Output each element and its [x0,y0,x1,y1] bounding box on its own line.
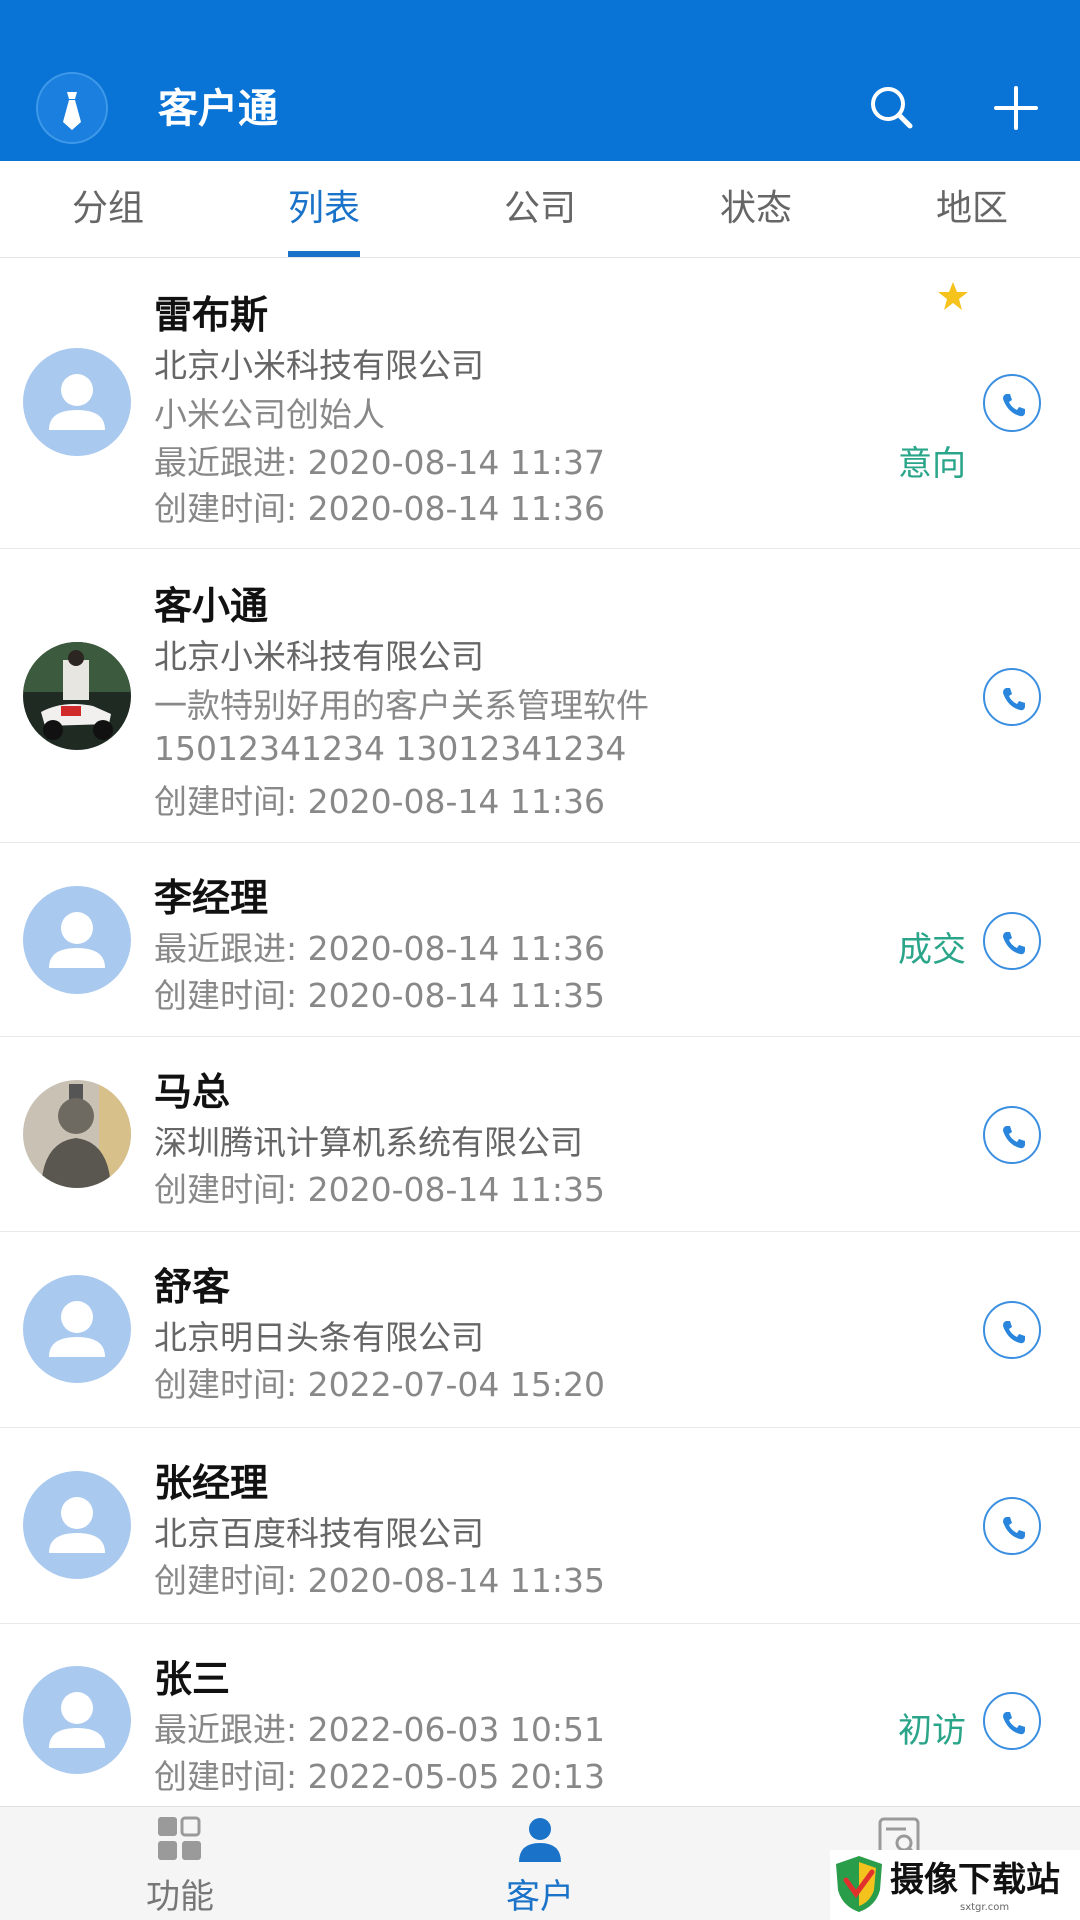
customer-row[interactable]: 张经理 北京百度科技有限公司 创建时间: 2020-08-14 11:35 [0,1428,1080,1624]
tab-indicator [288,251,360,257]
default-avatar [23,1471,131,1579]
watermark: 摄像下载站 sxtgr.com [830,1850,1080,1920]
customer-created-time: 创建时间: 2020-08-14 11:35 [154,1561,605,1600]
customer-row[interactable]: 舒客 北京明日头条有限公司 创建时间: 2022-07-04 15:20 [0,1232,1080,1428]
customer-list: 雷布斯 北京小米科技有限公司 小米公司创始人 最近跟进: 2020-08-14 … [0,258,1080,1804]
app-title: 客户通 [158,86,278,132]
customer-created-time: 创建时间: 2020-08-14 11:35 [154,1170,605,1209]
tab-list[interactable]: 列表 [216,161,432,258]
status-badge: 意向 [898,444,966,484]
status-badge: 成交 [898,930,966,970]
tie-icon [36,72,108,144]
grid-icon [156,1815,204,1863]
customer-created-time: 创建时间: 2022-05-05 20:13 [154,1757,605,1796]
phone-icon [1003,932,1025,955]
phone-call-button[interactable] [983,1106,1041,1164]
phone-icon [1003,1321,1025,1344]
customer-company: 北京明日头条有限公司 [154,1318,484,1357]
shield-logo-icon [836,1856,882,1912]
customer-name: 李经理 [154,876,269,920]
photo-avatar-scooter [23,642,131,750]
customer-follow-time: 最近跟进: 2020-08-14 11:36 [154,929,605,968]
person-icon [516,1815,564,1863]
default-avatar [23,1666,131,1774]
nav-label: 客户 [506,1877,574,1917]
customer-created-time: 创建时间: 2020-08-14 11:36 [154,782,605,821]
customer-company: 北京小米科技有限公司 [154,346,484,385]
customer-row[interactable]: 客小通 北京小米科技有限公司 一款特别好用的客户关系管理软件 150123412… [0,549,1080,843]
nav-label: 功能 [146,1877,214,1917]
plus-icon[interactable] [986,78,1046,138]
tab-region[interactable]: 地区 [864,161,1080,258]
tab-company[interactable]: 公司 [432,161,648,258]
customer-created-time: 创建时间: 2020-08-14 11:35 [154,976,605,1015]
customer-row[interactable]: 张三 最近跟进: 2022-06-03 10:51 创建时间: 2022-05-… [0,1624,1080,1804]
phone-icon [1003,1126,1025,1149]
phone-icon [1003,1712,1025,1735]
customer-row[interactable]: 李经理 最近跟进: 2020-08-14 11:36 创建时间: 2020-08… [0,843,1080,1037]
customer-name: 客小通 [154,584,269,628]
default-avatar [23,348,131,456]
phone-call-button[interactable] [983,374,1041,432]
watermark-text: 摄像下载站 [890,1860,1060,1900]
default-avatar [23,886,131,994]
nav-functions[interactable]: 功能 [80,1807,280,1920]
default-avatar [23,1275,131,1383]
phone-call-button[interactable] [983,1497,1041,1555]
app-header: 客户通 [0,0,1080,161]
customer-created-time: 创建时间: 2020-08-14 11:36 [154,489,605,528]
customer-follow-time: 最近跟进: 2022-06-03 10:51 [154,1710,605,1749]
phone-icon [1003,688,1025,711]
customer-name: 张三 [154,1657,231,1701]
customer-created-time: 创建时间: 2022-07-04 15:20 [154,1365,605,1404]
star-icon[interactable] [937,280,969,312]
customer-note: 小米公司创始人 [154,395,385,434]
tab-bar: 分组 列表 公司 状态 地区 [0,161,1080,258]
phone-icon [1003,394,1025,417]
customer-note: 一款特别好用的客户关系管理软件 [154,686,649,725]
tab-group[interactable]: 分组 [0,161,216,258]
customer-company: 北京百度科技有限公司 [154,1514,484,1553]
search-icon[interactable] [862,78,922,138]
phone-call-button[interactable] [983,668,1041,726]
tab-status[interactable]: 状态 [648,161,864,258]
customer-name: 舒客 [154,1265,231,1309]
status-badge: 初访 [898,1711,966,1751]
customer-phones: 15012341234 13012341234 [154,729,627,768]
customer-company: 深圳腾讯计算机系统有限公司 [154,1123,583,1162]
customer-row[interactable]: 马总 深圳腾讯计算机系统有限公司 创建时间: 2020-08-14 11:35 [0,1037,1080,1232]
phone-call-button[interactable] [983,1692,1041,1750]
customer-name: 雷布斯 [154,293,269,337]
watermark-url: sxtgr.com [960,1902,1010,1913]
photo-avatar-statue [23,1080,131,1188]
customer-company: 北京小米科技有限公司 [154,637,484,676]
nav-customers[interactable]: 客户 [440,1807,640,1920]
customer-follow-time: 最近跟进: 2020-08-14 11:37 [154,443,605,482]
customer-row[interactable]: 雷布斯 北京小米科技有限公司 小米公司创始人 最近跟进: 2020-08-14 … [0,258,1080,549]
customer-name: 张经理 [154,1461,269,1505]
phone-icon [1003,1517,1025,1540]
customer-name: 马总 [154,1070,231,1114]
app: 客户通 分组 列表 公司 状态 地区 雷布斯 北京小米科技有限公司 小米公司创始… [0,0,1080,1920]
phone-call-button[interactable] [983,912,1041,970]
phone-call-button[interactable] [983,1301,1041,1359]
